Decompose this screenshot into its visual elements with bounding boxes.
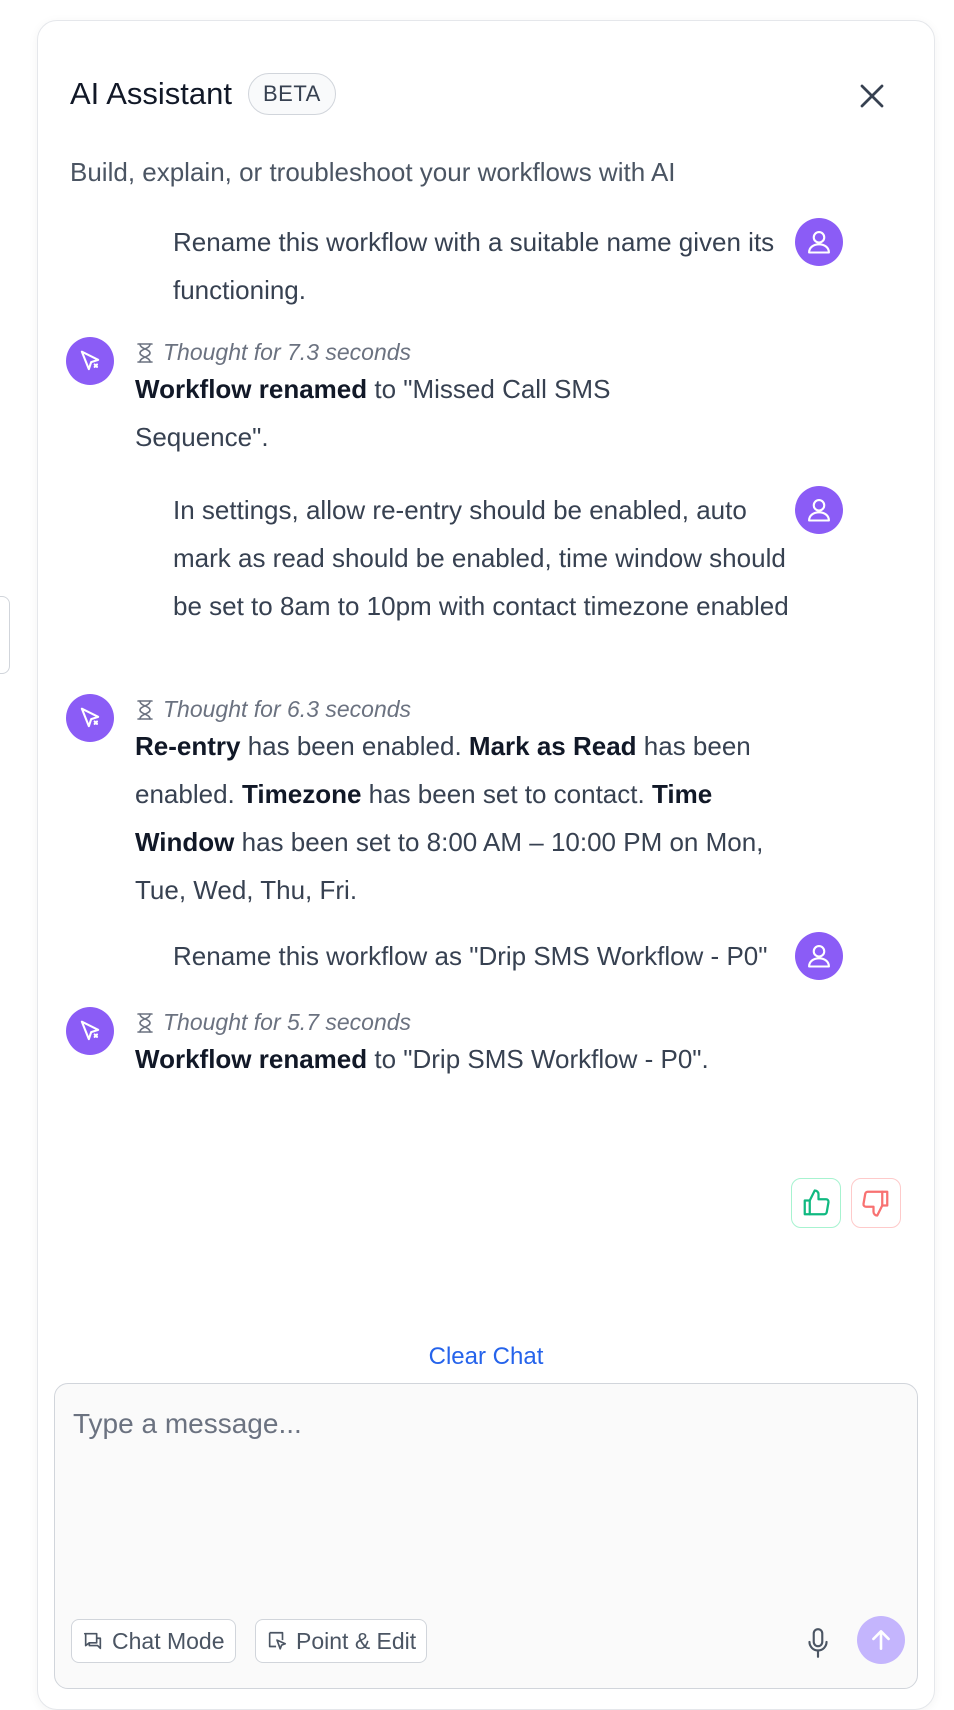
thought-label: Thought for 7.3 seconds [163,339,412,365]
message-composer: Chat Mode Point & Edit [54,1383,918,1689]
thought-label: Thought for 5.7 seconds [163,1009,412,1035]
assistant-message: Workflow renamed to "Missed Call SMS Seq… [135,365,655,461]
thought-duration: Thought for 5.7 seconds [135,1009,411,1036]
user-avatar [795,932,843,980]
pointer-icon [268,1631,287,1650]
bold-text: Re-entry [135,731,241,761]
thumbs-down-button[interactable] [851,1178,901,1228]
left-edge-element [0,596,10,674]
close-icon [860,84,884,108]
beta-badge: BETA [247,73,336,115]
thought-label: Thought for 6.3 seconds [163,696,412,722]
user-message: Rename this workflow with a suitable nam… [173,227,775,305]
message-text: to "Drip SMS Workflow - P0". [367,1044,709,1074]
point-edit-label: Point & Edit [296,1627,417,1654]
message-input[interactable] [73,1408,893,1578]
user-icon [808,499,830,522]
message-text: has been set to contact. [361,779,652,809]
thumbs-up-button[interactable] [791,1178,841,1228]
assistant-message: Re-entry has been enabled. Mark as Read … [135,722,795,914]
send-button[interactable] [857,1616,905,1664]
bold-text: Workflow renamed [135,1044,368,1074]
bot-icon [80,707,100,728]
user-message: Rename this workflow as "Drip SMS Workfl… [173,941,768,971]
bot-icon [80,1020,100,1041]
thumbs-up-icon [803,1189,830,1216]
thought-duration: Thought for 6.3 seconds [135,696,411,723]
user-icon [808,945,830,968]
user-avatar [795,218,843,266]
bold-text: Workflow renamed [135,374,368,404]
user-message: In settings, allow re-entry should be en… [173,495,789,621]
assistant-message: Workflow renamed to "Drip SMS Workflow -… [135,1035,815,1083]
hourglass-icon [137,342,153,363]
chat-icon [83,1632,102,1650]
mic-icon [808,1628,828,1658]
clear-chat-button[interactable]: Clear Chat [38,1343,934,1371]
assistant-avatar [66,694,114,742]
hourglass-icon [137,699,153,720]
point-edit-button[interactable]: Point & Edit [255,1619,428,1663]
bot-icon [80,350,100,371]
panel-subtitle: Build, explain, or troubleshoot your wor… [70,157,676,187]
thumbs-down-icon [862,1190,889,1217]
microphone-button[interactable] [800,1623,836,1663]
thought-duration: Thought for 7.3 seconds [135,339,411,366]
bold-text: Timezone [241,779,362,809]
send-arrow-icon [872,1630,890,1650]
chat-mode-button[interactable]: Chat Mode [71,1619,236,1663]
ai-assistant-panel: AI Assistant BETA Build, explain, or tro… [37,20,935,1710]
user-avatar [795,486,843,534]
assistant-avatar [66,337,114,385]
chat-mode-label: Chat Mode [112,1627,225,1654]
user-icon [808,231,830,254]
bold-text: Mark as Read [468,731,637,761]
close-button[interactable] [852,76,892,116]
panel-header: AI Assistant BETA [70,73,336,115]
assistant-avatar [66,1007,114,1055]
panel-title: AI Assistant [70,76,232,111]
hourglass-icon [137,1012,153,1033]
message-text: has been enabled. [240,731,469,761]
